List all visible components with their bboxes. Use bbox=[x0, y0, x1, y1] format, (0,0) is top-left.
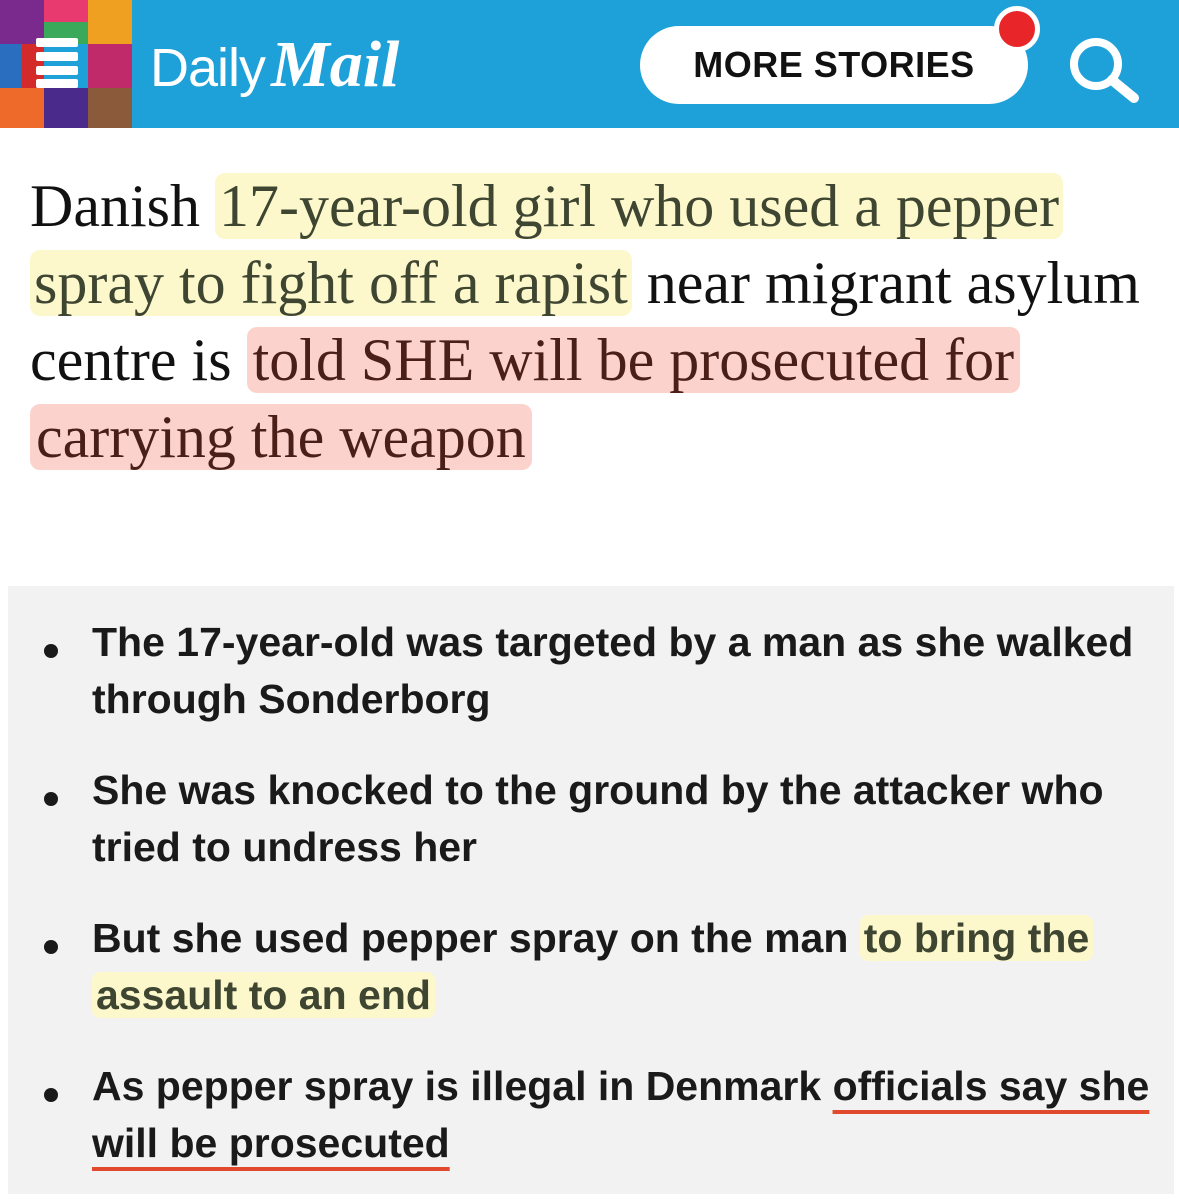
bullet-dot bbox=[44, 940, 58, 954]
bullet-item: As pepper spray is illegal in Denmark of… bbox=[92, 1058, 1152, 1172]
bullet-item: But she used pepper spray on the man to … bbox=[92, 910, 1152, 1024]
headline-text-start: Danish bbox=[30, 173, 215, 239]
article-summary-bullets: The 17-year-old was targeted by a man as… bbox=[8, 586, 1174, 1194]
daily-mail-logo[interactable]: DailyMail bbox=[150, 30, 399, 100]
bullet-item: The 17-year-old was targeted by a man as… bbox=[92, 614, 1152, 728]
bullet-dot bbox=[44, 1088, 58, 1102]
bullet-dot bbox=[44, 644, 58, 658]
more-stories-button[interactable]: MORE STORIES bbox=[640, 26, 1028, 104]
bullet-item: She was knocked to the ground by the att… bbox=[92, 762, 1152, 876]
bullet-text: But she used pepper spray on the man bbox=[92, 915, 860, 961]
logo-mail-text: Mail bbox=[271, 28, 400, 101]
bullet-text: As pepper spray is illegal in Denmark bbox=[92, 1063, 833, 1109]
bullet-text: She was knocked to the ground by the att… bbox=[92, 767, 1104, 870]
hamburger-menu-icon[interactable] bbox=[36, 38, 78, 88]
logo-daily-text: Daily bbox=[150, 38, 266, 98]
search-icon[interactable] bbox=[1066, 34, 1146, 104]
bullet-text: The 17-year-old was targeted by a man as… bbox=[92, 619, 1134, 722]
site-header: DailyMail MORE STORIES bbox=[0, 0, 1179, 128]
bullet-dot bbox=[44, 792, 58, 806]
notification-dot bbox=[994, 6, 1040, 52]
article-headline: Danish 17-year-old girl who used a peppe… bbox=[30, 168, 1160, 476]
